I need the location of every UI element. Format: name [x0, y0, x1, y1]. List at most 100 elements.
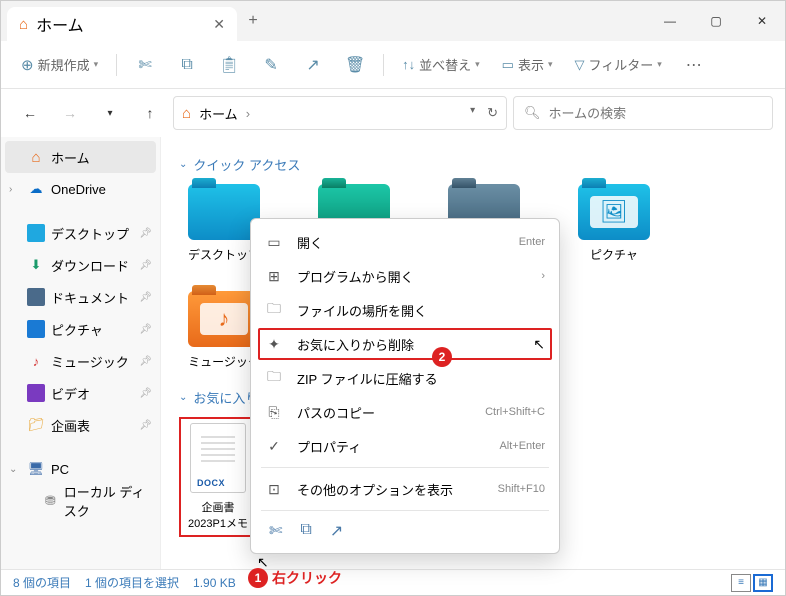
- sidebar-item-documents[interactable]: ドキュメント📌︎: [1, 281, 160, 313]
- chevron-down-icon[interactable]: ▾: [470, 105, 475, 121]
- disk-icon: ⛃: [43, 492, 58, 510]
- close-button[interactable]: ✕: [739, 1, 785, 41]
- ctx-copy-path[interactable]: ⎘パスのコピーCtrl+Shift+C: [251, 395, 559, 429]
- share-button[interactable]: ↗: [295, 49, 331, 81]
- sort-label: 並べ替え: [419, 55, 471, 74]
- folder-pictures[interactable]: 🖼︎ピクチャ: [569, 184, 659, 263]
- ctx-action-bar: ✄ ⧉ ↗: [251, 515, 559, 547]
- separator: [116, 54, 117, 76]
- section-title: お気に入り: [193, 388, 258, 407]
- chevron-down-icon: ⌄: [179, 392, 187, 403]
- chevron-down-icon: ▾: [94, 59, 99, 70]
- ctx-hint: Shift+F10: [498, 483, 545, 495]
- video-icon: [27, 384, 45, 402]
- ctx-hint: Enter: [519, 236, 545, 248]
- sort-button[interactable]: ↑↓ 並べ替え ▾: [394, 49, 488, 81]
- tab-close-icon[interactable]: ✕: [213, 16, 225, 33]
- minimize-button[interactable]: ―: [647, 1, 693, 41]
- sort-icon: ↑↓: [402, 57, 415, 72]
- chevron-right-icon[interactable]: ›: [9, 184, 21, 195]
- ctx-remove-favorite[interactable]: ✦お気に入りから削除↖: [257, 327, 553, 361]
- context-menu: ▭開くEnter ⊞プログラムから開く› 🗀ファイルの場所を開く ✦お気に入りか…: [250, 218, 560, 554]
- ctx-more-options[interactable]: ⊡その他のオプションを表示Shift+F10: [251, 472, 559, 506]
- refresh-button[interactable]: ↻: [487, 105, 498, 121]
- search-input[interactable]: 🔍︎: [513, 96, 773, 130]
- home-icon: ⌂: [182, 105, 191, 122]
- section-quick-access[interactable]: ⌄ クイック アクセス: [179, 155, 767, 174]
- share-icon: ↗: [306, 55, 319, 75]
- pin-icon: 📌︎: [139, 356, 152, 367]
- tab-home[interactable]: ⌂ ホーム ✕: [7, 7, 237, 41]
- sidebar-item-home[interactable]: ⌂ ホーム: [5, 141, 156, 173]
- cut-icon[interactable]: ✄: [269, 521, 282, 541]
- separator: [261, 510, 549, 511]
- cloud-icon: ☁: [27, 180, 45, 198]
- view-icons-button[interactable]: ▦: [753, 574, 773, 592]
- annotation-label: 右クリック: [272, 568, 342, 588]
- music-icon: ♪: [27, 352, 45, 370]
- delete-button[interactable]: 🗑︎: [337, 49, 373, 81]
- plus-circle-icon: ⊕: [21, 56, 34, 74]
- status-count: 8 個の項目: [13, 574, 71, 591]
- copy-button[interactable]: ⧉: [169, 49, 205, 81]
- sidebar-item-videos[interactable]: ビデオ📌︎: [1, 377, 160, 409]
- address-bar[interactable]: ⌂ ホーム › ▾ ↻: [173, 96, 507, 130]
- paste-button[interactable]: 📋︎: [211, 49, 247, 81]
- file-docx-selected[interactable]: DOCX 企画書2023P1メモ: [179, 417, 257, 537]
- sidebar-item-pc[interactable]: ⌄🖥︎PC: [1, 453, 160, 485]
- filter-button[interactable]: ▽ フィルター ▾: [567, 49, 670, 81]
- view-icon: ▭: [502, 57, 514, 73]
- rename-icon: ✎: [264, 55, 277, 75]
- more-button[interactable]: ⋯: [676, 49, 712, 81]
- sidebar-item-downloads[interactable]: ⬇ダウンロード📌︎: [1, 249, 160, 281]
- sidebar-item-label: デスクトップ: [51, 224, 129, 243]
- status-bar: 8 個の項目 1 個の項目を選択 1.90 KB ≡ ▦: [1, 569, 785, 595]
- sidebar-item-localdisk[interactable]: ⛃ローカル ディスク: [1, 485, 160, 517]
- ctx-label: 開く: [297, 233, 505, 252]
- cut-button[interactable]: ✄: [127, 49, 163, 81]
- ctx-open-location[interactable]: 🗀ファイルの場所を開く: [251, 293, 559, 327]
- breadcrumb[interactable]: ホーム: [199, 104, 238, 123]
- status-size: 1.90 KB: [193, 576, 236, 590]
- file-label: 企画書2023P1メモ: [185, 499, 251, 531]
- ctx-open[interactable]: ▭開くEnter: [251, 225, 559, 259]
- forward-button[interactable]: →: [53, 96, 87, 130]
- sidebar-item-label: ビデオ: [51, 384, 90, 403]
- new-button[interactable]: ⊕ 新規作成 ▾: [13, 49, 106, 81]
- cursor-icon: ↖: [533, 336, 545, 353]
- toolbar: ⊕ 新規作成 ▾ ✄ ⧉ 📋︎ ✎ ↗ 🗑︎ ↑↓ 並べ替え ▾ ▭ 表示 ▾ …: [1, 41, 785, 89]
- chevron-down-icon[interactable]: ⌄: [9, 464, 21, 475]
- pin-icon: 📌︎: [139, 292, 152, 303]
- ctx-hint: Ctrl+Shift+C: [485, 406, 545, 418]
- maximize-button[interactable]: ▢: [693, 1, 739, 41]
- chevron-right-icon: ›: [541, 270, 545, 282]
- ctx-open-with[interactable]: ⊞プログラムから開く›: [251, 259, 559, 293]
- sidebar-item-label: PC: [51, 462, 69, 477]
- view-button[interactable]: ▭ 表示 ▾: [494, 49, 561, 81]
- sidebar-item-pictures[interactable]: ピクチャ📌︎: [1, 313, 160, 345]
- status-selection: 1 個の項目を選択: [85, 574, 179, 591]
- copy-icon[interactable]: ⧉: [300, 521, 311, 541]
- sidebar-item-onedrive[interactable]: › ☁ OneDrive: [1, 173, 160, 205]
- filter-icon: ▽: [575, 57, 585, 73]
- ctx-zip[interactable]: 🗀ZIP ファイルに圧縮する: [251, 361, 559, 395]
- new-tab-button[interactable]: +: [237, 12, 269, 30]
- share-icon[interactable]: ↗: [330, 521, 343, 541]
- ctx-properties[interactable]: ✓プロパティAlt+Enter: [251, 429, 559, 463]
- picture-icon: [27, 320, 45, 338]
- search-icon: 🔍︎: [524, 105, 541, 121]
- sidebar-item-folder[interactable]: 📁︎企画表📌︎: [1, 409, 160, 441]
- more-icon: ⊡: [265, 481, 283, 498]
- sidebar-item-music[interactable]: ♪ミュージック📌︎: [1, 345, 160, 377]
- rename-button[interactable]: ✎: [253, 49, 289, 81]
- search-field[interactable]: [549, 106, 762, 121]
- separator: [383, 54, 384, 76]
- home-icon: ⌂: [19, 16, 28, 33]
- sidebar-item-desktop[interactable]: デスクトップ📌︎: [1, 217, 160, 249]
- properties-icon: ✓: [265, 438, 283, 455]
- back-button[interactable]: ←: [13, 96, 47, 130]
- up-button[interactable]: ↑: [133, 96, 167, 130]
- view-details-button[interactable]: ≡: [731, 574, 751, 592]
- ctx-label: ファイルの場所を開く: [297, 301, 545, 320]
- chevron-down-icon[interactable]: ▾: [93, 96, 127, 130]
